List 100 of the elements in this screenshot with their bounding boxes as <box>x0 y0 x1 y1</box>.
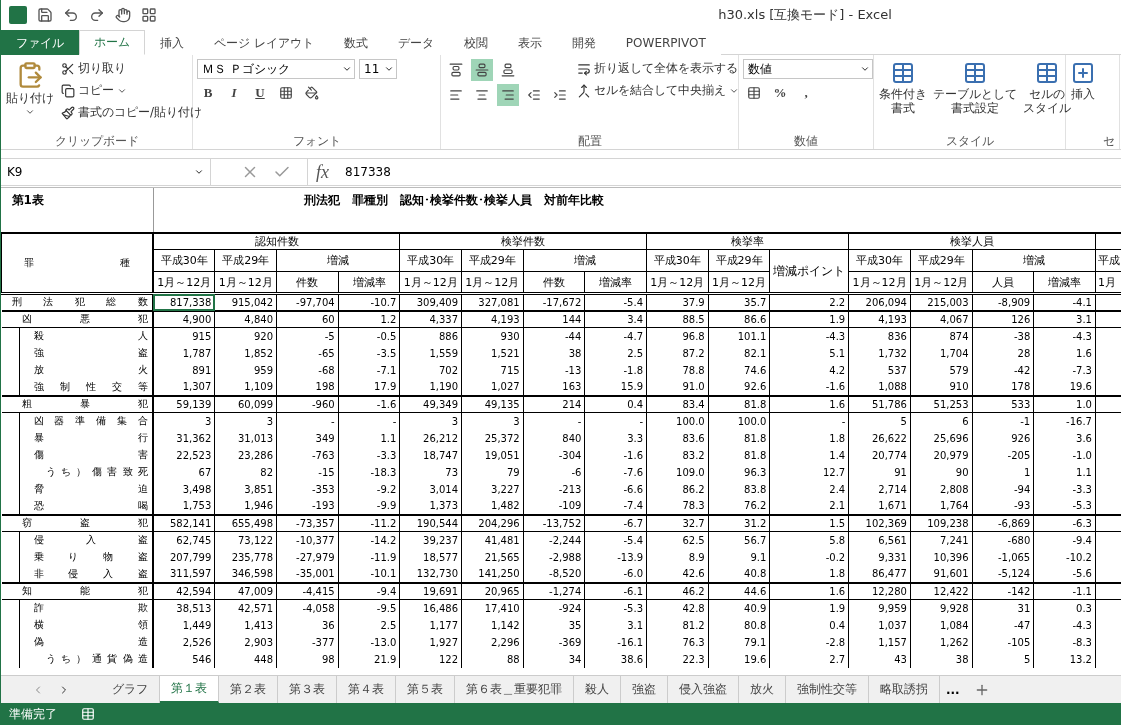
group-label: フォント <box>291 133 342 149</box>
comma-button[interactable]: , <box>795 82 817 104</box>
underline-button[interactable]: U <box>249 82 271 104</box>
percent-button[interactable]: % <box>769 82 791 104</box>
table-cell: 349 <box>276 429 339 447</box>
merge-icon <box>577 83 591 98</box>
table-cell: 2,526 <box>153 633 215 651</box>
table-cell: 3 <box>399 412 462 430</box>
table-cell: 31 <box>972 599 1034 617</box>
table-cell: 1,109 <box>214 378 277 396</box>
font-size-field[interactable]: 11 <box>359 59 397 79</box>
table-cell: 44.6 <box>708 582 770 600</box>
column-header: 平成29年 <box>910 249 973 272</box>
table-cell: 19,051 <box>461 446 524 464</box>
group-label: 配置 <box>576 133 603 149</box>
table-cell: 82 <box>214 463 277 481</box>
table-cell: -27,979 <box>276 548 339 566</box>
table-cell: 926 <box>972 429 1034 447</box>
table-icon <box>963 61 987 85</box>
table-cell: 1,413 <box>214 616 277 634</box>
table-cell: -3.3 <box>338 446 400 464</box>
table-cell: 101.1 <box>708 327 770 345</box>
insert-button[interactable]: 挿入 <box>1070 59 1096 133</box>
font-name-field[interactable]: ＭＳ Ｐゴシック <box>197 59 355 79</box>
table-cell: 49,135 <box>461 395 524 413</box>
table-cell: -11.2 <box>338 514 400 532</box>
style-button[interactable]: 条件付き 書式 <box>878 59 928 133</box>
table-cell: -1.1 <box>1033 582 1096 600</box>
table-cell: 32.7 <box>646 514 709 532</box>
table-cell: 38 <box>523 344 585 362</box>
table-cell: 76.3 <box>646 633 709 651</box>
table-cell: -97,704 <box>276 293 339 311</box>
table-cell: -15 <box>276 463 339 481</box>
table-cell: 18,577 <box>399 548 462 566</box>
save-icon[interactable] <box>37 7 53 23</box>
table-cell: 1,787 <box>153 344 215 362</box>
redo-icon[interactable] <box>89 7 105 23</box>
column-header: 平成30年 <box>153 249 215 272</box>
table-cell: -5.6 <box>1033 565 1096 583</box>
format-painter-button[interactable]: 書式のコピー/貼り付け <box>59 103 205 122</box>
wrap-text-icon <box>577 61 591 76</box>
table-cell: 9.1 <box>708 548 770 566</box>
formula-field[interactable]: 817338 <box>337 165 391 179</box>
style-button[interactable]: セルの スタイル <box>1022 59 1072 133</box>
ribbon-tab[interactable]: ホーム <box>79 30 145 55</box>
table-cell: - <box>769 412 849 430</box>
table-cell: 73,122 <box>214 531 277 549</box>
table-cell: 215,003 <box>910 293 973 311</box>
table-cell: 1,190 <box>399 378 462 396</box>
table-cell: -7.6 <box>584 463 647 481</box>
italic-button[interactable]: I <box>223 82 245 104</box>
sheet-tab[interactable]: 第１表 <box>160 676 219 703</box>
table-cell: 2.7 <box>769 650 849 668</box>
table-cell: 2,296 <box>461 633 524 651</box>
align-button[interactable] <box>471 59 493 81</box>
table-cell: 86.6 <box>708 310 770 328</box>
name-box[interactable]: K9 <box>1 159 211 185</box>
excel-logo-icon <box>9 6 27 24</box>
more-tabs[interactable]: ... <box>940 682 966 697</box>
function-button[interactable]: fx <box>308 161 337 183</box>
table-cell: 1,037 <box>848 616 911 634</box>
table-cell: 1.9 <box>769 310 849 328</box>
column-header: 増減 <box>523 249 647 272</box>
table-cell: 3.1 <box>584 616 647 634</box>
table-cell: -2,244 <box>523 531 585 549</box>
align-center-icon <box>475 88 489 102</box>
table-cell: 41,481 <box>461 531 524 549</box>
table-cell: 62.5 <box>646 531 709 549</box>
column-header: 増減 <box>972 249 1096 272</box>
table-cell: 22.3 <box>646 650 709 668</box>
table-cell: -1 <box>972 412 1034 430</box>
table-cell: -9.4 <box>1033 531 1096 549</box>
group-label: 数値 <box>793 133 819 149</box>
table-cell: 2.5 <box>584 344 647 362</box>
table-cell: 3 <box>461 412 524 430</box>
table-icon <box>891 61 915 85</box>
table-cell: -6.3 <box>1033 514 1096 532</box>
style-button[interactable]: テーブルとして 書式設定 <box>932 59 1018 133</box>
table-cell: 207,799 <box>153 548 215 566</box>
table-cell: 0.4 <box>584 395 647 413</box>
caret-icon <box>194 167 204 177</box>
hand-icon[interactable] <box>115 7 131 23</box>
table-cell: 18,747 <box>399 446 462 464</box>
merge-center-button[interactable]: セルを結合して中央揃え <box>575 81 741 100</box>
table-cell: 46.2 <box>646 582 709 600</box>
table-cell: 1.6 <box>1033 344 1096 362</box>
undo-icon[interactable] <box>63 7 79 23</box>
wrap-text-button[interactable]: 折り返して全体を表示する <box>575 59 741 78</box>
table-icon <box>747 86 761 100</box>
column-header: 平成30年 <box>399 249 462 272</box>
table-cell: 12,280 <box>848 582 911 600</box>
number-format-field[interactable]: 数値 <box>743 59 873 79</box>
table-cell: -9.2 <box>338 480 400 498</box>
table-cell: 6,561 <box>848 531 911 549</box>
ribbon-tab[interactable]: ファイル <box>1 30 79 55</box>
table-cell: -0.2 <box>769 548 849 566</box>
table-cell: 198 <box>276 378 339 396</box>
paste-button[interactable]: 貼り付け <box>5 59 55 133</box>
align-left-icon <box>449 88 463 102</box>
table-cell: 1,482 <box>461 497 524 515</box>
